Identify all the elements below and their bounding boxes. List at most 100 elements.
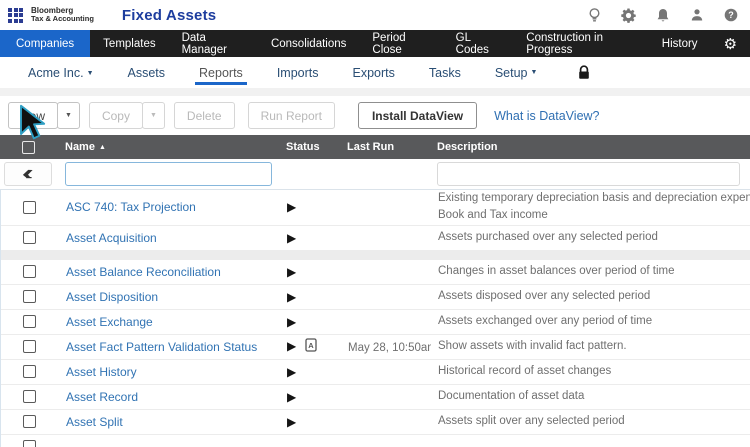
- run-report-play-icon[interactable]: ▶: [287, 231, 296, 245]
- clear-filters-button[interactable]: [4, 162, 52, 186]
- bell-icon[interactable]: [655, 8, 670, 23]
- sort-asc-icon: ▲: [98, 144, 106, 151]
- nav-item-consolidations[interactable]: Consolidations: [258, 30, 359, 57]
- row-checkbox[interactable]: [22, 265, 36, 278]
- column-header-description[interactable]: Description: [430, 141, 750, 153]
- column-header-status[interactable]: Status: [272, 141, 332, 153]
- table-row[interactable]: ASC 740: Tax Projection ▶A Existing temp…: [1, 190, 750, 225]
- tab-reports[interactable]: Reports: [195, 57, 247, 88]
- app-launcher-grid-icon[interactable]: [8, 7, 23, 23]
- run-report-play-icon[interactable]: ▶: [287, 290, 296, 304]
- column-header-name[interactable]: Name ▲: [56, 141, 272, 153]
- run-report-play-icon[interactable]: ▶: [287, 415, 296, 429]
- row-checkbox[interactable]: [22, 365, 36, 378]
- svg-text:A: A: [309, 341, 315, 350]
- description-filter-input[interactable]: [437, 162, 740, 186]
- row-checkbox[interactable]: [22, 231, 36, 244]
- report-name-link[interactable]: Asset History: [66, 365, 137, 379]
- install-dataview-button[interactable]: Install DataView: [357, 102, 478, 129]
- report-name-link[interactable]: Asset Disposition: [66, 290, 158, 304]
- run-report-play-icon[interactable]: ▶: [287, 390, 296, 404]
- brand-line2: Tax & Accounting: [31, 14, 94, 24]
- tab-tasks[interactable]: Tasks: [429, 57, 461, 88]
- report-name-link[interactable]: Asset Balance Reconciliation: [66, 265, 221, 279]
- report-description: Assets purchased over any selected perio…: [438, 230, 658, 243]
- run-report-play-icon[interactable]: ▶: [287, 315, 296, 329]
- filter-row: [0, 159, 750, 190]
- what-is-dataview-link[interactable]: What is DataView?: [494, 109, 599, 123]
- divider-band: [0, 88, 750, 96]
- gear-icon[interactable]: [621, 7, 636, 23]
- nav-settings-gear-icon[interactable]: ⚙: [711, 30, 750, 57]
- table-row[interactable]: Asset Disposition ▶A Assets disposed ove…: [1, 283, 750, 309]
- row-checkbox[interactable]: [22, 290, 36, 303]
- nav-item-period-close[interactable]: Period Close: [359, 30, 442, 57]
- new-dropdown-button[interactable]: ▼: [57, 102, 80, 129]
- table-row[interactable]: ▶A: [1, 433, 750, 447]
- nav-item-templates[interactable]: Templates: [90, 30, 168, 57]
- report-description: Show assets with invalid fact pattern.: [438, 339, 627, 352]
- table-row[interactable]: Asset Fact Pattern Validation Status ▶ A …: [1, 333, 750, 359]
- nav-item-construction-in-progress[interactable]: Construction in Progress: [513, 30, 648, 57]
- report-description: Changes in asset balances over period of…: [438, 264, 675, 277]
- chevron-down-icon: ▼: [530, 69, 538, 76]
- report-description: Existing temporary depreciation basis an…: [438, 192, 750, 222]
- nav-item-gl-codes[interactable]: GL Codes: [443, 30, 514, 57]
- bloomberg-logo: Bloomberg Tax & Accounting: [31, 6, 94, 24]
- row-checkbox[interactable]: [22, 440, 36, 447]
- column-header-last-run[interactable]: Last Run: [332, 141, 430, 153]
- user-icon[interactable]: [689, 8, 704, 23]
- tab-exports[interactable]: Exports: [353, 57, 395, 88]
- run-report-button[interactable]: Run Report: [247, 102, 335, 129]
- report-name-link[interactable]: Asset Record: [66, 390, 138, 404]
- svg-text:?: ?: [728, 10, 734, 20]
- copy-dropdown-button[interactable]: ▼: [141, 102, 165, 129]
- row-checkbox[interactable]: [22, 340, 36, 353]
- report-name-link[interactable]: Asset Fact Pattern Validation Status: [66, 340, 257, 354]
- lightbulb-icon[interactable]: [587, 7, 602, 23]
- company-selector-label: Acme Inc.: [28, 65, 84, 80]
- row-checkbox[interactable]: [22, 200, 36, 214]
- company-selector[interactable]: Acme Inc. ▼: [28, 66, 94, 80]
- report-name-link[interactable]: ASC 740: Tax Projection: [66, 200, 196, 214]
- report-name-link[interactable]: Asset Split: [66, 415, 123, 429]
- sub-nav: Acme Inc. ▼ Assets Reports Imports Export…: [0, 57, 750, 88]
- report-description: Historical record of asset changes: [438, 364, 612, 377]
- select-all-checkbox[interactable]: [21, 140, 35, 154]
- table-row[interactable]: Asset Balance Reconciliation ▶A Changes …: [1, 258, 750, 284]
- run-report-play-icon[interactable]: ▶: [287, 265, 296, 279]
- nav-item-companies[interactable]: Companies: [0, 30, 91, 57]
- table-row[interactable]: Asset Acquisition ▶A Assets purchased ov…: [1, 224, 750, 250]
- lock-icon[interactable]: [577, 65, 591, 80]
- tab-imports[interactable]: Imports: [277, 57, 319, 88]
- tab-setup-label: Setup: [494, 65, 528, 80]
- nav-item-data-manager[interactable]: Data Manager: [169, 30, 258, 57]
- table-row[interactable]: Asset Record ▶A Documentation of asset d…: [1, 383, 750, 409]
- tab-setup[interactable]: Setup ▼: [495, 57, 538, 88]
- pdf-file-icon[interactable]: A: [305, 337, 317, 357]
- new-button[interactable]: New: [8, 102, 59, 129]
- row-checkbox[interactable]: [22, 415, 36, 428]
- report-name-link[interactable]: Asset Exchange: [66, 315, 153, 329]
- row-group-divider: [1, 249, 750, 259]
- name-column-label: Name: [65, 141, 95, 153]
- name-filter-input[interactable]: [65, 162, 272, 186]
- copy-button[interactable]: Copy: [88, 102, 143, 129]
- report-toolbar: New ▼ Copy ▼ Delete Run Report Install D…: [0, 96, 750, 135]
- report-name-link[interactable]: Asset Acquisition: [66, 231, 157, 245]
- row-checkbox[interactable]: [22, 315, 36, 328]
- run-report-play-icon[interactable]: ▶: [287, 200, 296, 214]
- run-report-play-icon[interactable]: ▶: [287, 339, 296, 353]
- table-row[interactable]: Asset Exchange ▶A Assets exchanged over …: [1, 308, 750, 334]
- report-description: Assets disposed over any selected period: [438, 289, 651, 302]
- table-row[interactable]: Asset History ▶A Historical record of as…: [1, 358, 750, 384]
- row-checkbox[interactable]: [22, 390, 36, 403]
- run-report-play-icon[interactable]: ▶: [287, 365, 296, 379]
- report-description: Documentation of asset data: [438, 389, 585, 402]
- delete-button[interactable]: Delete: [173, 102, 235, 129]
- tab-assets[interactable]: Assets: [128, 57, 166, 88]
- table-body: ASC 740: Tax Projection ▶A Existing temp…: [0, 190, 750, 447]
- help-icon[interactable]: ?: [723, 8, 738, 23]
- nav-item-history[interactable]: History: [649, 30, 711, 57]
- table-row[interactable]: Asset Split ▶A Assets split over any sel…: [1, 408, 750, 434]
